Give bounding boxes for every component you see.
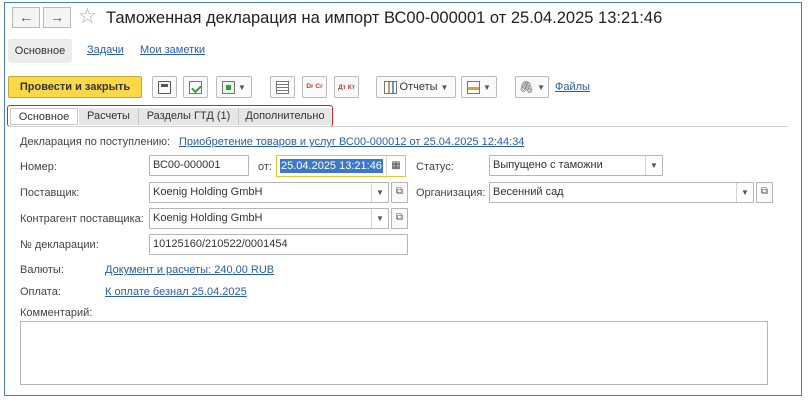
- currency-label: Валюты:: [20, 264, 64, 276]
- post-button[interactable]: [183, 76, 208, 98]
- chevron-down-icon: ▼: [238, 82, 246, 92]
- open-icon: ⧉: [395, 212, 404, 223]
- basis-label: Декларация по поступлению:: [20, 136, 171, 148]
- status-value: Выпущено с таможни: [493, 159, 603, 171]
- floppy-disk-icon: [158, 80, 171, 94]
- back-button[interactable]: ←: [12, 7, 40, 28]
- chevron-down-icon[interactable]: ▼: [371, 183, 388, 202]
- chevron-down-icon: ▼: [537, 82, 546, 92]
- reports-label: Отчеты: [399, 81, 438, 93]
- arrow-right-icon: →: [50, 9, 64, 25]
- open-icon: ⧉: [760, 186, 769, 197]
- chevron-down-icon: ▼: [483, 82, 491, 92]
- arrow-left-icon: ←: [19, 9, 33, 25]
- comment-label: Комментарий:: [20, 307, 93, 319]
- section-tasks[interactable]: Задачи: [87, 44, 124, 56]
- chevron-down-icon: ▼: [440, 82, 449, 92]
- create-based-on-button[interactable]: ▼: [216, 76, 252, 98]
- payment-link[interactable]: К оплате безнал 25.04.2025: [105, 286, 247, 298]
- chevron-down-icon[interactable]: ▼: [736, 183, 753, 202]
- supplier-field[interactable]: Koenig Holding GmbH ▼: [149, 182, 389, 203]
- currency-link[interactable]: Документ и расчеты: 240,00 RUB: [105, 264, 274, 276]
- chevron-down-icon[interactable]: ▼: [371, 209, 388, 228]
- number-field[interactable]: ВС00-000001: [149, 155, 249, 176]
- date-field[interactable]: 25.04.2025 13:21:46 ▦: [276, 155, 406, 177]
- open-supplier-button[interactable]: ⧉: [391, 182, 408, 203]
- open-organization-button[interactable]: ⧉: [756, 182, 773, 203]
- status-label: Статус:: [416, 161, 454, 173]
- favorite-star-icon[interactable]: ☆: [78, 4, 97, 29]
- forward-button[interactable]: →: [43, 7, 71, 28]
- contractor-field[interactable]: Koenig Holding GmbH ▼: [149, 208, 389, 229]
- files-link[interactable]: Файлы: [555, 81, 590, 93]
- open-icon: ⧉: [395, 186, 404, 197]
- create-based-icon: [222, 80, 236, 94]
- calendar-icon[interactable]: ▦: [386, 156, 405, 175]
- contractor-value: Koenig Holding GmbH: [153, 212, 263, 224]
- tabs-divider: [8, 126, 788, 127]
- tab-main[interactable]: Основное: [10, 108, 78, 125]
- supplier-label: Поставщик:: [20, 187, 80, 199]
- attach-button[interactable]: 🖇 ▼: [515, 76, 549, 98]
- status-select[interactable]: Выпущено с таможни ▼: [489, 155, 663, 176]
- open-contractor-button[interactable]: ⧉: [391, 208, 408, 229]
- section-main[interactable]: Основное: [8, 39, 72, 63]
- tab-additional[interactable]: Дополнительно: [239, 108, 331, 125]
- organization-field[interactable]: Весенний сад ▼: [489, 182, 754, 203]
- report-icon: [383, 80, 397, 94]
- supplier-value: Koenig Holding GmbH: [153, 186, 263, 198]
- post-document-icon: [189, 80, 202, 94]
- organization-value: Весенний сад: [493, 186, 564, 198]
- dr-cr-icon: Dr Cr: [306, 83, 323, 90]
- save-button[interactable]: [152, 76, 177, 98]
- declaration-number-label: № декларации:: [20, 239, 99, 251]
- dr-cr-button[interactable]: Dr Cr: [302, 76, 327, 98]
- paperclip-icon: 🖇: [518, 80, 535, 94]
- print-icon: [467, 80, 481, 94]
- section-my-notes[interactable]: Мои заметки: [140, 44, 205, 56]
- tab-gtd-sections[interactable]: Разделы ГТД (1): [139, 108, 239, 125]
- page-title: Таможенная декларация на импорт ВС00-000…: [106, 9, 663, 27]
- date-value: 25.04.2025 13:21:46: [280, 159, 383, 173]
- dt-ct-icon: Дт Кт: [338, 83, 355, 91]
- post-and-close-button[interactable]: Провести и закрыть: [8, 76, 142, 98]
- payment-label: Оплата:: [20, 286, 61, 298]
- organization-label: Организация:: [416, 187, 486, 199]
- reports-button[interactable]: Отчеты ▼: [376, 76, 456, 98]
- date-label: от:: [258, 161, 272, 173]
- tab-calculations[interactable]: Расчеты: [79, 108, 139, 125]
- comment-textarea[interactable]: [20, 321, 768, 385]
- document-structure-button[interactable]: [270, 76, 295, 98]
- chevron-down-icon[interactable]: ▼: [645, 156, 662, 175]
- declaration-number-field[interactable]: 10125160/210522/0001454: [149, 234, 408, 255]
- list-document-icon: [276, 80, 289, 94]
- dt-ct-button[interactable]: Дт Кт: [334, 76, 359, 98]
- number-label: Номер:: [20, 161, 57, 173]
- print-button[interactable]: ▼: [461, 76, 497, 98]
- basis-link[interactable]: Приобретение товаров и услуг ВС00-000012…: [179, 136, 524, 148]
- contractor-label: Контрагент поставщика:: [20, 213, 144, 225]
